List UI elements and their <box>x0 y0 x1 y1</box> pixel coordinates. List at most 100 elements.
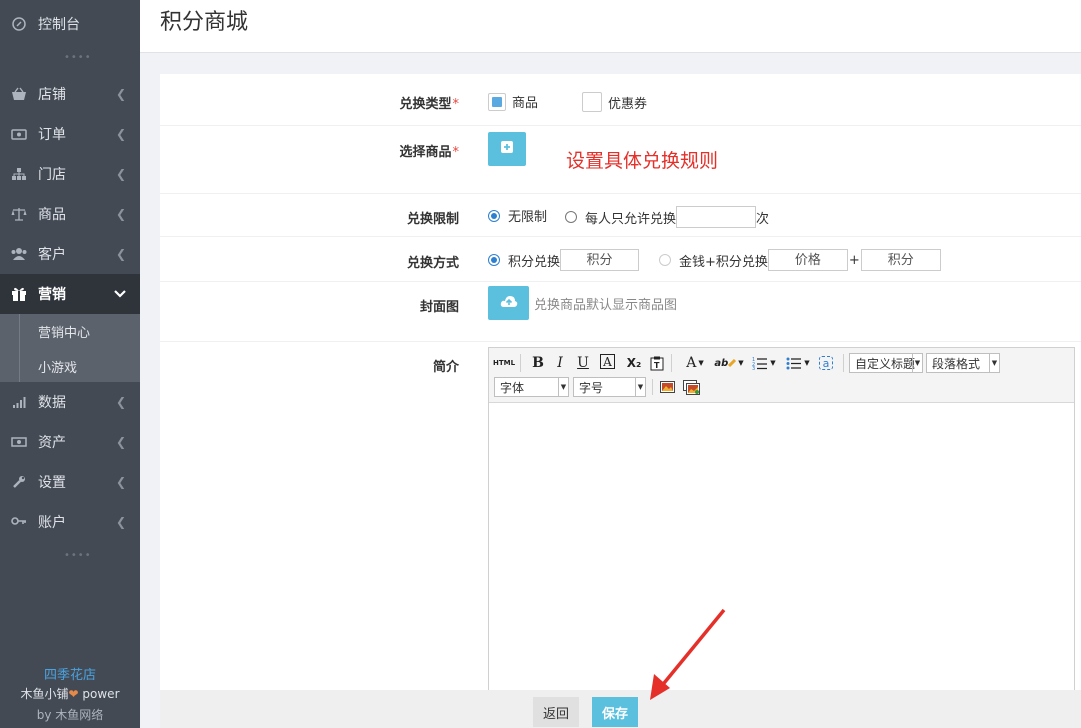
toolbar-separator <box>520 354 521 372</box>
by-company[interactable]: 木鱼网络 <box>55 708 103 722</box>
sidebar-item-settings[interactable]: 设置 ❮ <box>0 462 140 502</box>
sidebar-item-label: 设置 <box>38 475 66 491</box>
paste-text-icon[interactable]: T <box>649 353 665 373</box>
editor-toolbar: HTML B I U A X₂ T A ▼ ab ▼ 123 ▼ ▼ a 自定义… <box>489 348 1074 403</box>
field-label-method: 兑换方式 <box>406 256 459 271</box>
form-row-method: 兑换方式 积分兑换 金钱+积分兑换 + <box>160 236 1081 282</box>
sidebar-item-goods[interactable]: 商品 ❮ <box>0 194 140 234</box>
radio-label: 无限制 <box>508 210 548 225</box>
save-button[interactable]: 保存 <box>592 697 638 727</box>
sidebar-item-customers[interactable]: 客户 ❮ <box>0 234 140 274</box>
dropdown-arrow-icon: ▼ <box>989 354 999 372</box>
toolbar-separator <box>671 354 672 372</box>
radio-points-exchange[interactable]: 积分兑换 <box>488 249 640 271</box>
chevron-left-icon: ❮ <box>115 515 126 529</box>
underline-button[interactable]: U <box>575 353 591 373</box>
heart-icon: ❤ <box>68 687 79 701</box>
chevron-down-icon <box>114 287 126 301</box>
border-text-button[interactable]: A <box>600 354 615 369</box>
toolbar-separator <box>843 354 844 372</box>
plus-sign: + <box>848 252 860 268</box>
radio-label: 金钱+积分兑换 <box>679 254 768 270</box>
sidebar-item-stores[interactable]: 门店 ❮ <box>0 154 140 194</box>
cloud-upload-icon <box>500 295 518 312</box>
sidebar-item-shop[interactable]: 店铺 ❮ <box>0 74 140 114</box>
page-title: 积分商城 <box>160 10 249 35</box>
bold-button[interactable]: B <box>530 353 546 373</box>
radio-unlimited[interactable]: 无限制 <box>488 206 547 225</box>
checkbox-goods[interactable]: 商品 <box>488 92 538 111</box>
upload-cover-button[interactable] <box>488 286 529 320</box>
radio-money-points-exchange[interactable]: 金钱+积分兑换 + <box>659 249 941 271</box>
chevron-left-icon: ❮ <box>115 435 126 449</box>
store-name-link[interactable]: 四季花店 <box>0 664 140 683</box>
paragraph-format-select[interactable]: 段落格式 ▼ <box>926 353 1000 373</box>
html-source-button[interactable]: HTML <box>493 353 515 373</box>
checkbox-unchecked-icon[interactable] <box>582 92 602 112</box>
svg-text:3: 3 <box>752 366 755 370</box>
required-asterisk: * <box>452 97 460 112</box>
font-color-button[interactable]: A ▼ <box>682 353 708 373</box>
chevron-left-icon: ❮ <box>115 247 126 261</box>
sidebar-item-dashboard[interactable]: 控制台 <box>0 4 140 44</box>
insert-image-button[interactable] <box>659 377 675 397</box>
anchor-button[interactable]: a <box>817 353 835 373</box>
price-input[interactable] <box>767 249 848 271</box>
points-input[interactable] <box>560 249 640 271</box>
form-row-limit: 兑换限制 无限制 每人只允许兑换 次 <box>160 193 1081 237</box>
rich-text-editor: HTML B I U A X₂ T A ▼ ab ▼ 123 ▼ ▼ a 自定义… <box>488 347 1075 728</box>
radio-disabled-icon[interactable] <box>659 254 671 266</box>
sidebar-item-label: 店铺 <box>38 87 66 103</box>
checkbox-label: 优惠券 <box>608 96 648 112</box>
highlight-color-button[interactable]: ab ▼ <box>714 353 744 373</box>
sidebar-item-label: 控制台 <box>38 17 80 33</box>
chevron-left-icon: ❮ <box>115 395 126 409</box>
form-row-cover: 封面图 兑换商品默认显示商品图 <box>160 281 1081 342</box>
unordered-list-button[interactable]: ▼ <box>784 353 812 373</box>
back-button[interactable]: 返回 <box>533 697 579 727</box>
dropdown-arrow-icon: ▼ <box>804 359 810 367</box>
chevron-left-icon: ❮ <box>115 167 126 181</box>
sidebar-item-assets[interactable]: 资产 ❮ <box>0 422 140 462</box>
sidebar-item-label: 资产 <box>38 435 66 451</box>
chevron-left-icon: ❮ <box>115 207 126 221</box>
sidebar-item-label: 账户 <box>38 515 66 531</box>
highlighter-pen-icon <box>728 359 737 367</box>
submenu-item-marketing-center[interactable]: 营销中心 <box>38 322 90 341</box>
font-size-select[interactable]: 字号 ▼ <box>573 377 646 397</box>
points-second-input[interactable] <box>860 249 941 271</box>
sidebar-item-data[interactable]: 数据 ❮ <box>0 382 140 422</box>
by-prefix: by <box>36 708 52 722</box>
custom-title-select[interactable]: 自定义标题 ▼ <box>849 353 923 373</box>
svg-text:T: T <box>654 361 660 370</box>
image-icon <box>659 381 675 393</box>
divider-dots: •••• <box>64 52 92 63</box>
checkbox-checked-icon[interactable] <box>488 92 506 111</box>
subscript-button[interactable]: X₂ <box>625 353 643 373</box>
multi-image-button[interactable] <box>682 377 700 397</box>
radio-selected-icon[interactable] <box>488 254 500 266</box>
select-value: 段落格式 <box>932 356 981 371</box>
radio-per-person[interactable]: 每人只允许兑换 次 <box>565 206 769 228</box>
form-row-exchange-type: 兑换类型* 商品 优惠券 <box>160 74 1081 126</box>
sidebar-item-orders[interactable]: 订单 ❮ <box>0 114 140 154</box>
limit-count-input[interactable] <box>676 206 757 228</box>
radio-selected-icon[interactable] <box>488 209 500 222</box>
sidebar-item-account[interactable]: 账户 ❮ <box>0 502 140 542</box>
dropdown-arrow-icon: ▼ <box>912 354 922 372</box>
bar-chart-icon <box>11 394 27 410</box>
gallery-icon <box>682 379 700 395</box>
italic-button[interactable]: I <box>552 353 568 373</box>
field-label-exchange-type: 兑换类型* <box>399 93 459 112</box>
balance-scale-icon <box>11 206 27 222</box>
field-label-limit: 兑换限制 <box>406 212 459 227</box>
sidebar-item-marketing[interactable]: 营销 <box>0 274 140 314</box>
submenu-item-mini-games[interactable]: 小游戏 <box>38 357 77 376</box>
ordered-list-button[interactable]: 123 ▼ <box>750 353 778 373</box>
power-text: power <box>82 687 120 701</box>
font-family-select[interactable]: 字体 ▼ <box>494 377 569 397</box>
radio-unselected-icon[interactable] <box>565 211 577 223</box>
checkbox-coupon[interactable]: 优惠券 <box>582 92 647 112</box>
add-goods-button[interactable] <box>488 132 526 166</box>
dropdown-arrow-icon: ▼ <box>738 359 744 367</box>
